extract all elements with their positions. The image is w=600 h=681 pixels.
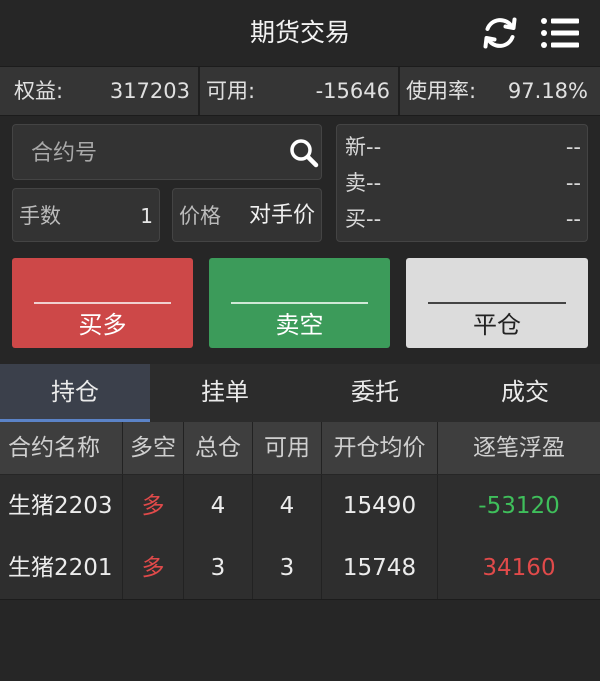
menu-icon[interactable] [540, 16, 580, 50]
available-cell: 可用: -15646 [200, 67, 398, 115]
column-header: 逐笔浮盈 [473, 435, 565, 461]
total-position: 4 [184, 475, 253, 537]
quote-row-bid: 买-- -- [345, 204, 581, 234]
sell-short-label: 卖空 [275, 311, 324, 339]
usage-value: 97.18% [507, 79, 588, 103]
buy-long-button[interactable]: 买多 [12, 258, 193, 348]
direction: 多 [123, 537, 184, 599]
tab-bar: 持仓 挂单 委托 成交 [0, 364, 600, 422]
column-header: 多空 [123, 422, 184, 474]
quote-value: -- [565, 207, 581, 231]
account-summary-bar: 权益: 317203 可用: -15646 使用率: 97.18% [0, 66, 600, 116]
quote-label: 买-- [345, 207, 382, 231]
lots-field[interactable]: 手数 1 [12, 188, 160, 242]
price-field[interactable]: 价格 对手价 [172, 188, 322, 242]
column-header: 可用 [253, 422, 322, 474]
available-value: -15646 [315, 79, 390, 103]
tab-positions[interactable]: 持仓 [0, 364, 150, 422]
quote-value: -- [565, 135, 581, 159]
direction: 多 [123, 475, 184, 537]
floating-pnl: 34160 [482, 555, 556, 581]
price-label: 价格 [179, 204, 221, 228]
equity-cell: 权益: 317203 [0, 67, 198, 115]
lots-label: 手数 [19, 204, 61, 228]
button-divider [34, 302, 171, 304]
quote-row-ask: 卖-- -- [345, 168, 581, 198]
equity-label: 权益: [14, 79, 64, 103]
contract-name: 生猪2201 [0, 537, 123, 599]
quote-label: 卖-- [345, 171, 382, 195]
tab-entrusts[interactable]: 委托 [300, 364, 450, 422]
column-header: 总仓 [184, 422, 253, 474]
close-position-label: 平仓 [473, 311, 521, 339]
close-position-button[interactable]: 平仓 [406, 258, 588, 348]
column-header: 开仓均价 [322, 422, 438, 474]
tab-pending-orders[interactable]: 挂单 [150, 364, 300, 422]
lots-value[interactable]: 1 [140, 189, 153, 243]
contract-input[interactable] [13, 125, 283, 181]
quote-value: -- [565, 171, 581, 195]
button-divider [428, 302, 566, 304]
usage-cell: 使用率: 97.18% [400, 67, 600, 115]
usage-label: 使用率: [406, 79, 477, 103]
average-open-price: 15490 [322, 475, 438, 537]
refresh-icon[interactable] [481, 14, 519, 52]
sell-short-button[interactable]: 卖空 [209, 258, 390, 348]
search-icon[interactable] [289, 138, 319, 168]
available-label: 可用: [206, 79, 256, 103]
tab-trades[interactable]: 成交 [450, 364, 600, 422]
quote-row-last: 新-- -- [345, 132, 581, 162]
column-header: 合约名称 [0, 422, 123, 474]
table-row[interactable]: 生猪2203 多 4 4 15490 -53120 [0, 475, 600, 538]
contract-name: 生猪2203 [0, 475, 123, 537]
contract-search-field[interactable] [12, 124, 322, 181]
buy-long-label: 买多 [78, 311, 127, 339]
equity-value: 317203 [109, 79, 190, 103]
average-open-price: 15748 [322, 537, 438, 599]
total-position: 3 [184, 537, 253, 599]
quote-panel: 新-- -- 卖-- -- 买-- -- [336, 124, 588, 242]
price-value[interactable]: 对手价 [249, 189, 315, 243]
quote-label: 新-- [345, 135, 382, 159]
button-divider [231, 302, 368, 304]
available-position: 4 [253, 475, 322, 537]
floating-pnl: -53120 [478, 493, 560, 519]
available-position: 3 [253, 537, 322, 599]
table-header: 合约名称 多空 总仓 可用 开仓均价 逐笔浮盈 [0, 422, 600, 474]
table-row[interactable]: 生猪2201 多 3 3 15748 34160 [0, 537, 600, 600]
